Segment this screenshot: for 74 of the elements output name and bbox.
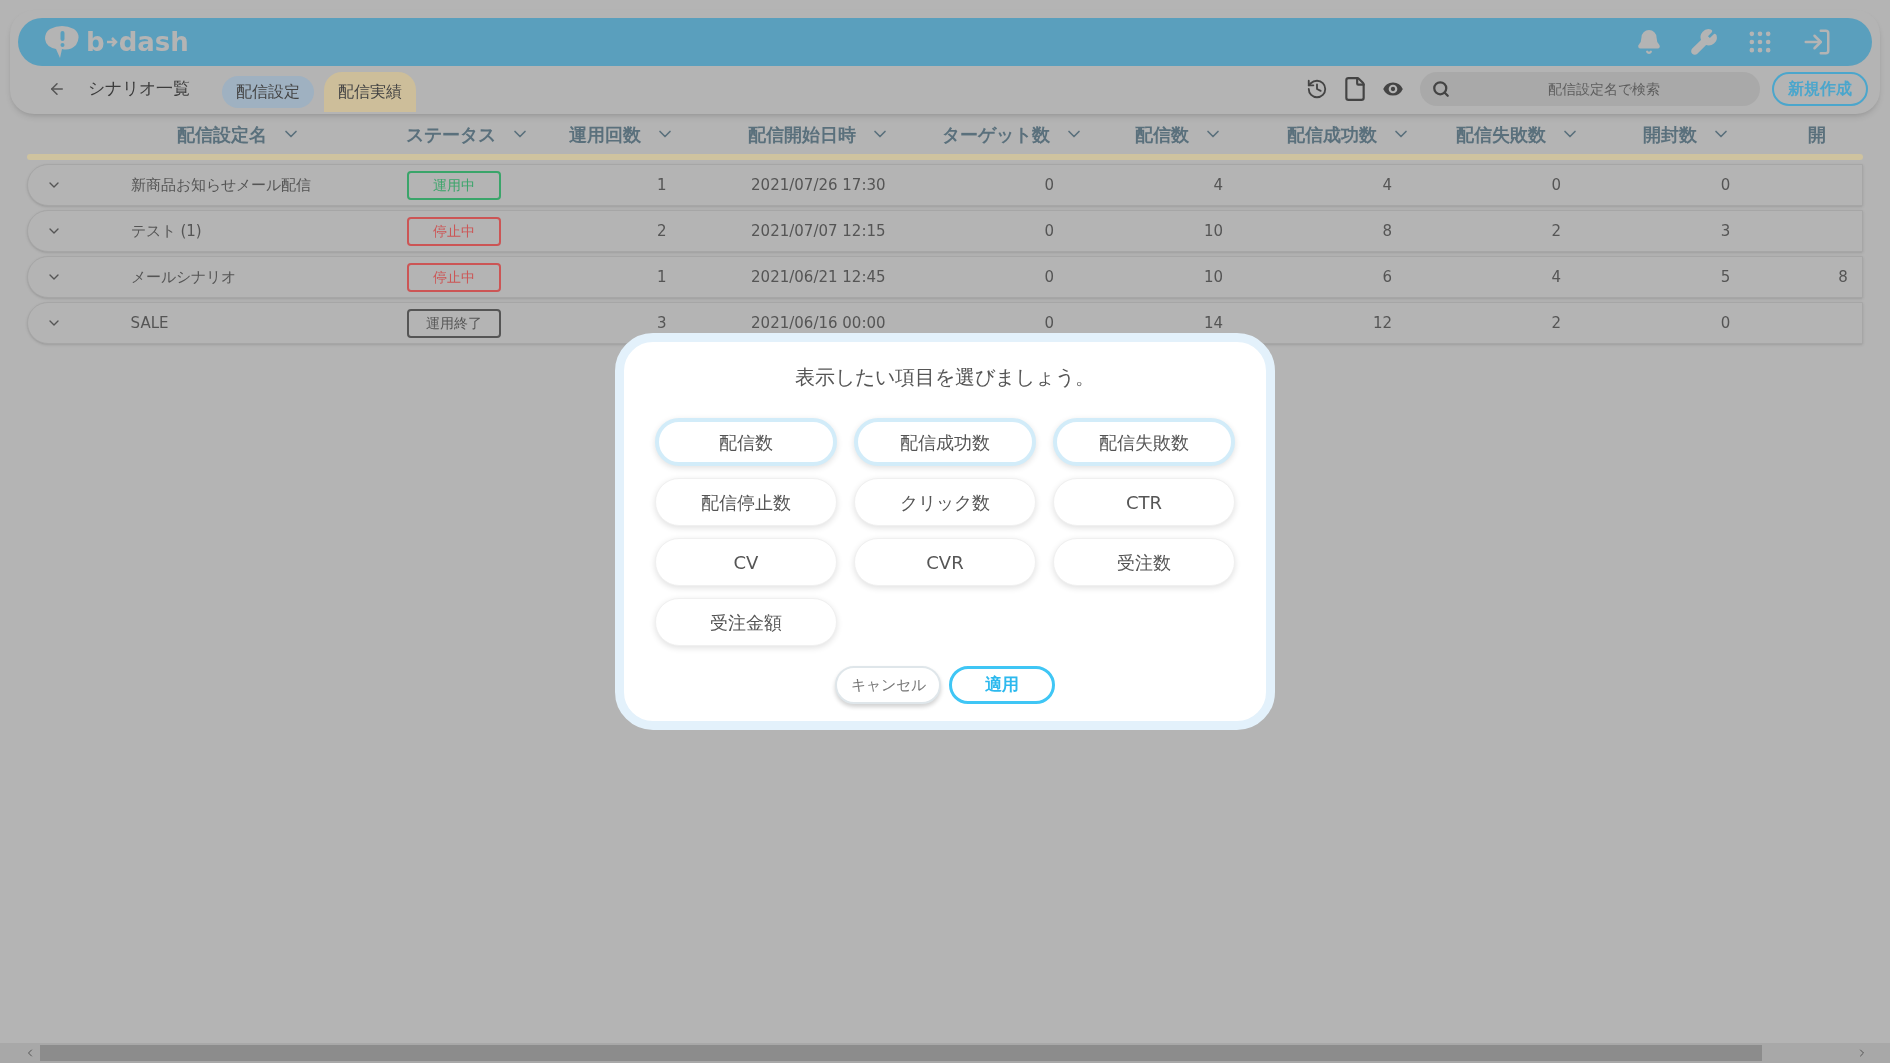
table-cell-text: 4 <box>1551 266 1562 288</box>
table-cell-text: SALE <box>130 312 169 334</box>
table-cell-text: 6 <box>1382 266 1393 288</box>
login-icon[interactable] <box>1802 27 1832 57</box>
option-toggle[interactable]: クリック数 <box>854 478 1036 526</box>
option-toggle[interactable]: 受注金額 <box>655 598 837 646</box>
table-cell-text: 8 <box>1838 266 1848 288</box>
table-cell-text: 10 <box>1204 266 1224 288</box>
table-cell-text: 0 <box>1720 312 1731 334</box>
table-cell-text: 8 <box>1382 220 1393 242</box>
table-cell-text: メールシナリオ <box>130 266 236 288</box>
speech-bubble-logo-icon <box>42 25 82 59</box>
scrollbar-thumb[interactable] <box>40 1045 1762 1061</box>
column-header[interactable]: 配信成功数 <box>1286 120 1377 148</box>
table-cell-text: テスト (1) <box>130 220 202 242</box>
table-cell-text: 0 <box>1551 174 1562 196</box>
option-toggle[interactable]: CTR <box>1053 478 1235 526</box>
table-cell-text: 0 <box>1720 174 1731 196</box>
table-cell-text: 0 <box>1044 220 1055 242</box>
column-header[interactable]: 開封数 <box>1642 120 1697 148</box>
table-cell-text: 2021/07/26 17:30 <box>751 174 886 196</box>
table-cell-text: 10 <box>1204 220 1224 242</box>
column-header[interactable]: 配信数 <box>1135 120 1190 148</box>
table-cell-text: 2021/06/21 12:45 <box>751 266 886 288</box>
option-toggle[interactable]: 配信成功数 <box>854 418 1036 466</box>
table-cell-text: 2 <box>1551 220 1562 242</box>
column-header[interactable]: 開 <box>1808 120 1827 148</box>
table-cell-text: 2021/06/16 00:00 <box>751 312 886 334</box>
option-toggle[interactable]: CV <box>655 538 837 586</box>
table-cell-text: 2 <box>657 220 667 242</box>
option-toggle[interactable]: 配信失敗数 <box>1053 418 1235 466</box>
status-badge: 停止中 <box>406 216 501 246</box>
logo-text: dash <box>118 25 189 59</box>
column-header[interactable]: ターゲット数 <box>941 120 1050 148</box>
table-cell-text: 12 <box>1373 312 1393 334</box>
arrow-icon <box>105 36 118 48</box>
table-cell-text: 1 <box>657 174 667 196</box>
logo-text: b <box>86 25 105 59</box>
column-header[interactable]: 運用回数 <box>569 120 642 148</box>
table-cell-text: 4 <box>1382 174 1393 196</box>
table-cell-text: 新商品お知らせメール配信 <box>130 174 311 196</box>
table-cell-text: 14 <box>1204 312 1224 334</box>
table-cell-text: 4 <box>1213 174 1224 196</box>
cancel-button[interactable]: キャンセル <box>835 666 941 704</box>
option-toggle[interactable]: 配信数 <box>655 418 837 466</box>
table-cell-text: 3 <box>1720 220 1731 242</box>
tab[interactable]: 配信設定 <box>222 76 314 108</box>
column-header[interactable]: ステータス <box>405 120 496 148</box>
column-header[interactable]: 配信開始日時 <box>747 120 856 148</box>
wrench-icon[interactable] <box>1690 28 1718 56</box>
status-badge: 運用終了 <box>406 308 501 338</box>
bell-icon[interactable] <box>1636 29 1662 55</box>
status-badge: 運用中 <box>406 170 501 200</box>
table-cell-text: 1 <box>657 266 667 288</box>
status-badge: 停止中 <box>406 262 501 292</box>
column-header[interactable]: 配信失敗数 <box>1455 120 1546 148</box>
search-icon <box>1432 80 1450 98</box>
option-toggle[interactable]: CVR <box>854 538 1036 586</box>
table-cell-text: 0 <box>1044 312 1055 334</box>
tab[interactable]: 配信実績 <box>324 72 416 112</box>
column-header[interactable]: 配信設定名 <box>176 120 267 148</box>
table-cell-text: 3 <box>657 312 667 334</box>
table-cell-text: 2021/07/07 12:15 <box>751 220 886 242</box>
table-cell-text: 0 <box>1044 266 1055 288</box>
table-cell-text: 0 <box>1044 174 1055 196</box>
table-cell-text: 5 <box>1720 266 1731 288</box>
scenario-list-link[interactable]: シナリオ一覧 <box>88 76 190 102</box>
search-field[interactable]: 配信設定名で検索 <box>1420 72 1760 106</box>
option-toggle[interactable]: 受注数 <box>1053 538 1235 586</box>
file-icon[interactable] <box>1342 76 1368 102</box>
option-toggle[interactable]: 配信停止数 <box>655 478 837 526</box>
table-cell-text: 2 <box>1551 312 1562 334</box>
history-icon[interactable] <box>1306 78 1328 100</box>
dialog-title: 表示したい項目を選びましょう。 <box>795 364 1095 391</box>
